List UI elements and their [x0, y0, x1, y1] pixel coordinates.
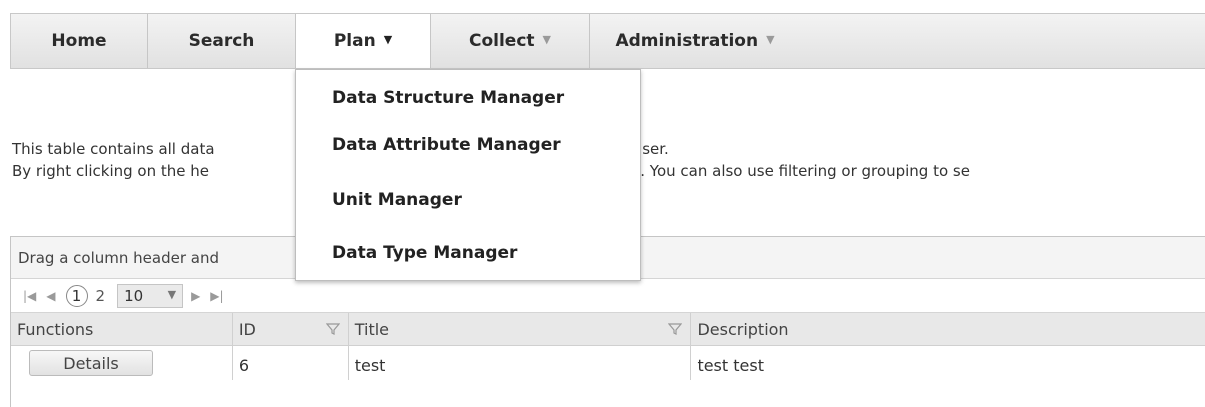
- nav-search[interactable]: Search: [148, 14, 296, 68]
- nav-search-label: Search: [188, 31, 255, 51]
- details-button[interactable]: Details: [29, 350, 153, 376]
- page-size-value: 10: [124, 286, 144, 305]
- col-id-label: ID: [238, 319, 256, 339]
- col-title-label: Title: [354, 319, 390, 339]
- menu-item-data-attribute-manager[interactable]: Data Attribute Manager: [332, 135, 561, 155]
- menu-item-data-structure-manager[interactable]: Data Structure Manager: [332, 88, 564, 108]
- caret-down-icon: ▼: [766, 32, 775, 46]
- page-size-select[interactable]: 10 ▼: [117, 283, 184, 308]
- nav-administration-label: Administration: [615, 31, 759, 51]
- intro-line1: This table contains all data: [12, 140, 215, 158]
- nav-plan[interactable]: Plan ▼: [296, 14, 431, 68]
- page-current[interactable]: 1: [65, 284, 88, 307]
- filter-icon[interactable]: [668, 322, 683, 336]
- pager: |◀ ◀ 1 2 10 ▼ ▶ ▶|: [11, 279, 1205, 313]
- col-description-label: Description: [697, 319, 789, 339]
- details-button-label: Details: [63, 353, 119, 373]
- table-row: Details 6 test test test: [11, 346, 1205, 380]
- filter-icon[interactable]: [325, 322, 340, 336]
- cell-functions: Details: [11, 346, 233, 380]
- col-functions-label: Functions: [17, 319, 94, 339]
- menu-item-unit-manager[interactable]: Unit Manager: [332, 190, 462, 210]
- first-page-icon[interactable]: |◀: [23, 289, 36, 303]
- group-hint: Drag a column header and: [18, 248, 219, 267]
- col-functions[interactable]: Functions: [11, 313, 233, 345]
- caret-down-icon: ▼: [383, 32, 393, 46]
- main-nav: Home Search Plan ▼ Collect ▼ Administrat…: [10, 13, 1205, 69]
- cell-description: test test: [697, 356, 764, 375]
- intro-line2: By right clicking on the he: [12, 162, 209, 180]
- col-title[interactable]: Title: [349, 313, 692, 345]
- nav-plan-label: Plan: [333, 31, 376, 51]
- next-page-icon[interactable]: ▶: [191, 289, 200, 303]
- nav-administration[interactable]: Administration ▼: [590, 14, 800, 68]
- page-link[interactable]: 2: [96, 287, 106, 305]
- col-description[interactable]: Description: [691, 313, 1205, 345]
- nav-home-label: Home: [51, 31, 107, 51]
- chevron-down-icon: ▼: [167, 287, 177, 301]
- menu-item-data-type-manager[interactable]: Data Type Manager: [332, 243, 517, 263]
- plan-dropdown-menu: Data Structure Manager Data Attribute Ma…: [295, 69, 641, 281]
- grid-header: Functions ID Title Description: [11, 313, 1205, 346]
- last-page-icon[interactable]: ▶|: [210, 289, 223, 303]
- cell-id: 6: [233, 346, 349, 380]
- prev-page-icon[interactable]: ◀: [46, 289, 55, 303]
- nav-collect[interactable]: Collect ▼: [431, 14, 590, 68]
- caret-down-icon: ▼: [542, 32, 551, 46]
- nav-home[interactable]: Home: [11, 14, 148, 68]
- col-id[interactable]: ID: [233, 313, 349, 345]
- cell-title: test: [349, 346, 692, 380]
- nav-collect-label: Collect: [468, 31, 535, 51]
